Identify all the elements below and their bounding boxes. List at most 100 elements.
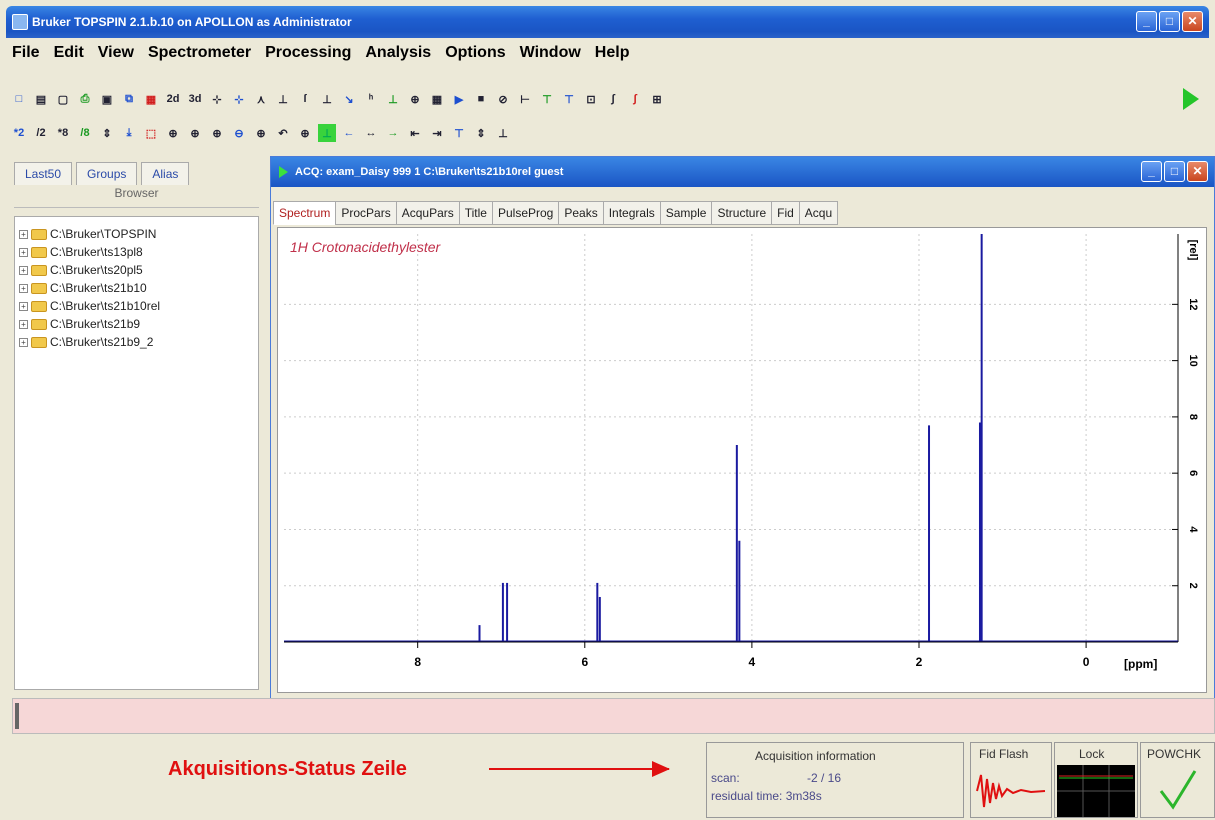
display-tool-6-icon[interactable]: ⬚ <box>142 124 160 142</box>
display-tool-5-icon[interactable]: ⤓ <box>120 124 138 142</box>
tab-last50[interactable]: Last50 <box>14 162 73 185</box>
main-tool-8-icon[interactable]: 3d <box>186 90 204 108</box>
main-tool-22-icon[interactable]: ⊘ <box>494 90 512 108</box>
main-tool-13-icon[interactable]: ſ <box>296 90 314 108</box>
tab-acqu[interactable]: Acqu <box>798 201 839 225</box>
main-tool-11-icon[interactable]: ⋏ <box>252 90 270 108</box>
display-tool-17-icon[interactable]: → <box>384 124 402 142</box>
spectrum-minimize-button[interactable]: _ <box>1141 161 1162 182</box>
main-tool-7-icon[interactable]: 2d <box>164 90 182 108</box>
tree-item[interactable]: + C:\Bruker\ts20pl5 <box>19 261 254 279</box>
spectrum-plot[interactable]: 8 6 4 2 0 [ppm] 2 4 6 8 10 12 [rel] 1H Crotonacidethy… <box>277 227 1207 693</box>
display-tool-4-icon[interactable]: ⇕ <box>98 124 116 142</box>
tree-item[interactable]: + C:\Bruker\ts21b9_2 <box>19 333 254 351</box>
menu-processing[interactable]: Processing <box>265 44 351 70</box>
display-tool-9-icon[interactable]: ⊕ <box>208 124 226 142</box>
display-tool-20-icon[interactable]: ⊤ <box>450 124 468 142</box>
display-tool-1-icon[interactable]: /2 <box>32 124 50 142</box>
main-tool-24-icon[interactable]: ⊤ <box>538 90 556 108</box>
tab-groups[interactable]: Groups <box>76 162 138 185</box>
main-tool-28-icon[interactable]: ∫ <box>626 90 644 108</box>
spectrum-close-button[interactable]: ✕ <box>1187 161 1208 182</box>
main-tool-20-icon[interactable]: ▶ <box>450 90 468 108</box>
menu-view[interactable]: View <box>98 44 134 70</box>
display-tool-12-icon[interactable]: ↶ <box>274 124 292 142</box>
display-tool-2-icon[interactable]: *8 <box>54 124 72 142</box>
spectrum-chart[interactable]: 8 6 4 2 0 [ppm] 2 4 6 8 10 12 [rel] 1H Crotonacidethy… <box>278 228 1208 694</box>
display-tool-22-icon[interactable]: ⊥ <box>494 124 512 142</box>
tab-pulseprog[interactable]: PulseProg <box>491 201 560 225</box>
display-tool-13-icon[interactable]: ⊕ <box>296 124 314 142</box>
tree-item[interactable]: + C:\Bruker\ts21b9 <box>19 315 254 333</box>
tab-procpars[interactable]: ProcPars <box>335 201 397 225</box>
main-tool-17-icon[interactable]: ⊥ <box>384 90 402 108</box>
display-tool-16-icon[interactable]: ↔ <box>362 124 380 142</box>
tab-acqupars[interactable]: AcquPars <box>395 201 460 225</box>
main-tool-4-icon[interactable]: ▣ <box>98 90 116 108</box>
main-tool-19-icon[interactable]: ▦ <box>428 90 446 108</box>
menu-spectrometer[interactable]: Spectrometer <box>148 44 251 70</box>
display-tool-3-icon[interactable]: /8 <box>76 124 94 142</box>
tab-integrals[interactable]: Integrals <box>602 201 661 225</box>
tab-browser[interactable]: Browser <box>14 186 259 208</box>
tab-sample[interactable]: Sample <box>659 201 713 225</box>
main-tool-21-icon[interactable]: ■ <box>472 90 490 108</box>
run-icon[interactable] <box>1183 88 1199 110</box>
tab-spectrum[interactable]: Spectrum <box>273 201 337 225</box>
display-tool-10-icon[interactable]: ⊖ <box>230 124 248 142</box>
maximize-button[interactable]: □ <box>1159 11 1180 32</box>
command-line[interactable] <box>12 698 1215 734</box>
display-tool-11-icon[interactable]: ⊕ <box>252 124 270 142</box>
display-tool-18-icon[interactable]: ⇤ <box>406 124 424 142</box>
main-tool-0-icon[interactable]: □ <box>10 90 28 108</box>
main-tool-16-icon[interactable]: ʰ <box>362 90 380 108</box>
tab-structure[interactable]: Structure <box>711 201 773 225</box>
tab-title[interactable]: Title <box>458 201 493 225</box>
main-tool-27-icon[interactable]: ∫ <box>604 90 622 108</box>
expand-icon[interactable]: + <box>19 283 28 293</box>
expand-icon[interactable]: + <box>19 319 28 329</box>
tree-item[interactable]: + C:\Bruker\ts21b10rel <box>19 297 254 315</box>
main-tool-3-icon[interactable]: ⎙ <box>76 90 94 108</box>
main-tool-15-icon[interactable]: ↘ <box>340 90 358 108</box>
tab-peaks[interactable]: Peaks <box>558 201 604 225</box>
main-tool-25-icon[interactable]: ⊤ <box>560 90 578 108</box>
main-tool-23-icon[interactable]: ⊢ <box>516 90 534 108</box>
main-tool-10-icon[interactable]: ⊹ <box>230 90 248 108</box>
expand-icon[interactable]: + <box>19 229 28 239</box>
tree-item[interactable]: + C:\Bruker\TOPSPIN <box>19 225 254 243</box>
display-tool-7-icon[interactable]: ⊕ <box>164 124 182 142</box>
main-tool-1-icon[interactable]: ▤ <box>32 90 50 108</box>
main-tool-26-icon[interactable]: ⊡ <box>582 90 600 108</box>
close-button[interactable]: ✕ <box>1182 11 1203 32</box>
spectrum-maximize-button[interactable]: □ <box>1164 161 1185 182</box>
tab-alias[interactable]: Alias <box>141 162 190 185</box>
minimize-button[interactable]: _ <box>1136 11 1157 32</box>
menu-file[interactable]: File <box>12 44 40 70</box>
expand-icon[interactable]: + <box>19 247 28 257</box>
expand-icon[interactable]: + <box>19 265 28 275</box>
menu-help[interactable]: Help <box>595 44 630 70</box>
main-tool-5-icon[interactable]: ⧉ <box>120 90 138 108</box>
main-tool-6-icon[interactable]: ▦ <box>142 90 160 108</box>
main-tool-29-icon[interactable]: ⊞ <box>648 90 666 108</box>
display-tool-19-icon[interactable]: ⇥ <box>428 124 446 142</box>
display-tool-0-icon[interactable]: *2 <box>10 124 28 142</box>
display-tool-15-icon[interactable]: ← <box>340 124 358 142</box>
display-tool-8-icon[interactable]: ⊕ <box>186 124 204 142</box>
display-tool-14-icon[interactable]: ⊥ <box>318 124 336 142</box>
display-tool-21-icon[interactable]: ⇕ <box>472 124 490 142</box>
menu-analysis[interactable]: Analysis <box>365 44 431 70</box>
tree-item[interactable]: + C:\Bruker\ts13pl8 <box>19 243 254 261</box>
main-tool-18-icon[interactable]: ⊕ <box>406 90 424 108</box>
expand-icon[interactable]: + <box>19 337 28 347</box>
menu-edit[interactable]: Edit <box>54 44 84 70</box>
tree-item[interactable]: + C:\Bruker\ts21b10 <box>19 279 254 297</box>
expand-icon[interactable]: + <box>19 301 28 311</box>
menu-window[interactable]: Window <box>520 44 581 70</box>
main-tool-14-icon[interactable]: ⊥ <box>318 90 336 108</box>
main-tool-12-icon[interactable]: ⊥ <box>274 90 292 108</box>
main-tool-9-icon[interactable]: ⊹ <box>208 90 226 108</box>
tab-fid[interactable]: Fid <box>771 201 800 225</box>
main-tool-2-icon[interactable]: ▢ <box>54 90 72 108</box>
